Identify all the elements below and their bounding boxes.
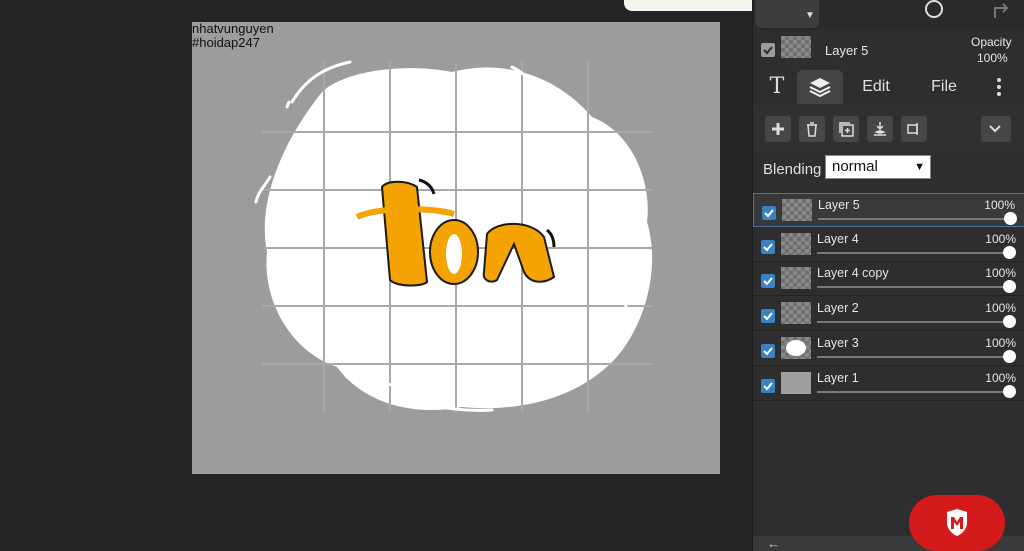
add-layer-icon: [772, 123, 784, 135]
chevron-down-icon: ▼: [914, 161, 925, 173]
panel-tabs: T Edit File: [753, 70, 1024, 106]
more-vertical-icon[interactable]: [989, 70, 1009, 104]
undo-circle-icon[interactable]: [923, 0, 945, 22]
layer-opacity-handle[interactable]: [1003, 385, 1016, 398]
layer-opacity-handle[interactable]: [1003, 246, 1016, 259]
layer-opacity-slider[interactable]: [817, 356, 1012, 358]
layer-row[interactable]: Layer 3 100%: [753, 332, 1024, 366]
layer-name: Layer 4: [817, 232, 859, 246]
layer-name: Layer 5: [818, 198, 860, 212]
layer-opacity-slider[interactable]: [817, 391, 1012, 393]
blending-label: Blending: [763, 161, 822, 178]
layer-opacity-handle[interactable]: [1003, 315, 1016, 328]
shield-icon: [947, 509, 967, 536]
expand-tools-button[interactable]: [981, 116, 1011, 142]
layer-opacity-slider[interactable]: [817, 321, 1012, 323]
document-canvas[interactable]: nhatvunguyen #hoidap247: [192, 22, 720, 474]
blending-value: normal: [832, 158, 878, 175]
current-layer-name: Layer 5: [825, 43, 869, 58]
text-tool-icon: T: [769, 74, 785, 99]
layer-visibility-checkbox[interactable]: [761, 344, 775, 358]
layer-row[interactable]: Layer 1 100%: [753, 367, 1024, 401]
back-arrow-icon[interactable]: ←: [767, 536, 780, 551]
layer-row[interactable]: Layer 2 100%: [753, 297, 1024, 331]
layer-row[interactable]: Layer 4 copy 100%: [753, 262, 1024, 296]
layers-icon: [809, 78, 831, 98]
layer-visibility-checkbox[interactable]: [761, 379, 775, 393]
tab-layers[interactable]: [797, 70, 843, 104]
layer-opacity: 100%: [985, 336, 1016, 350]
transform-button[interactable]: [901, 116, 927, 142]
canvas-area[interactable]: nhatvunguyen #hoidap247: [0, 0, 752, 551]
opacity-label: Opacity: [971, 35, 1012, 49]
layer-visibility-checkbox[interactable]: [761, 240, 775, 254]
layer-opacity: 100%: [985, 301, 1016, 315]
layer-visibility-checkbox[interactable]: [761, 309, 775, 323]
layer-name: Layer 2: [817, 301, 859, 315]
layer-thumbnail: [781, 267, 811, 289]
top-toolbar: ▼: [753, 0, 1024, 30]
current-layer-checkbox[interactable]: [761, 43, 775, 57]
layer-opacity: 100%: [984, 198, 1015, 212]
duplicate-layer-button[interactable]: [833, 116, 859, 142]
layer-tools: [753, 106, 1024, 152]
watermark-line-1: nhatvunguyen: [192, 22, 274, 36]
tab-edit[interactable]: Edit: [849, 70, 903, 104]
layer-visibility-checkbox[interactable]: [761, 274, 775, 288]
tool-dropdown[interactable]: ▼: [755, 0, 819, 28]
shield-button[interactable]: [909, 495, 1005, 551]
layer-opacity-slider[interactable]: [818, 218, 1013, 220]
layer-thumbnail: [782, 199, 812, 221]
layer-opacity: 100%: [985, 266, 1016, 280]
layer-visibility-checkbox[interactable]: [762, 206, 776, 220]
layer-opacity-handle[interactable]: [1003, 280, 1016, 293]
delete-layer-icon: [807, 122, 817, 137]
layer-thumbnail: [781, 337, 811, 359]
opacity-value: 100%: [977, 51, 1008, 65]
layer-name: Layer 4 copy: [817, 266, 889, 280]
layer-opacity-handle[interactable]: [1004, 212, 1017, 225]
layer-opacity-slider[interactable]: [817, 252, 1012, 254]
blending-row: Blending normal ▼: [753, 152, 1024, 190]
layer-opacity: 100%: [985, 232, 1016, 246]
transform-icon: [907, 123, 918, 135]
chevron-down-icon: [989, 125, 1001, 133]
chevron-down-icon: ▼: [805, 10, 815, 21]
tab-text[interactable]: T: [759, 70, 795, 104]
add-layer-button[interactable]: [765, 116, 791, 142]
duplicate-layer-icon: [839, 122, 854, 137]
layer-row[interactable]: Layer 5 100%: [753, 193, 1024, 227]
blending-select[interactable]: normal ▼: [825, 155, 931, 179]
layer-opacity-handle[interactable]: [1003, 350, 1016, 363]
layer-opacity: 100%: [985, 371, 1016, 385]
layer-name: Layer 1: [817, 371, 859, 385]
layer-thumbnail: [781, 372, 811, 394]
artwork: [254, 60, 653, 412]
redo-icon[interactable]: [991, 0, 1013, 22]
current-layer-thumbnail: [781, 36, 811, 58]
watermark-line-2: #hoidap247: [192, 35, 260, 50]
layers-panel: ▼ Layer 5 Opacity 100% T Edit File Blend…: [752, 0, 1024, 551]
layer-opacity-slider[interactable]: [817, 286, 1012, 288]
layer-row[interactable]: Layer 4 100%: [753, 228, 1024, 262]
merge-down-icon: [874, 122, 886, 136]
popup-edge: [624, 0, 764, 11]
current-layer-header: Layer 5 Opacity 100%: [753, 30, 1024, 70]
delete-layer-button[interactable]: [799, 116, 825, 142]
merge-down-button[interactable]: [867, 116, 893, 142]
tab-file[interactable]: File: [917, 70, 971, 104]
layer-thumbnail: [781, 233, 811, 255]
layer-thumbnail: [781, 302, 811, 324]
layer-name: Layer 3: [817, 336, 859, 350]
